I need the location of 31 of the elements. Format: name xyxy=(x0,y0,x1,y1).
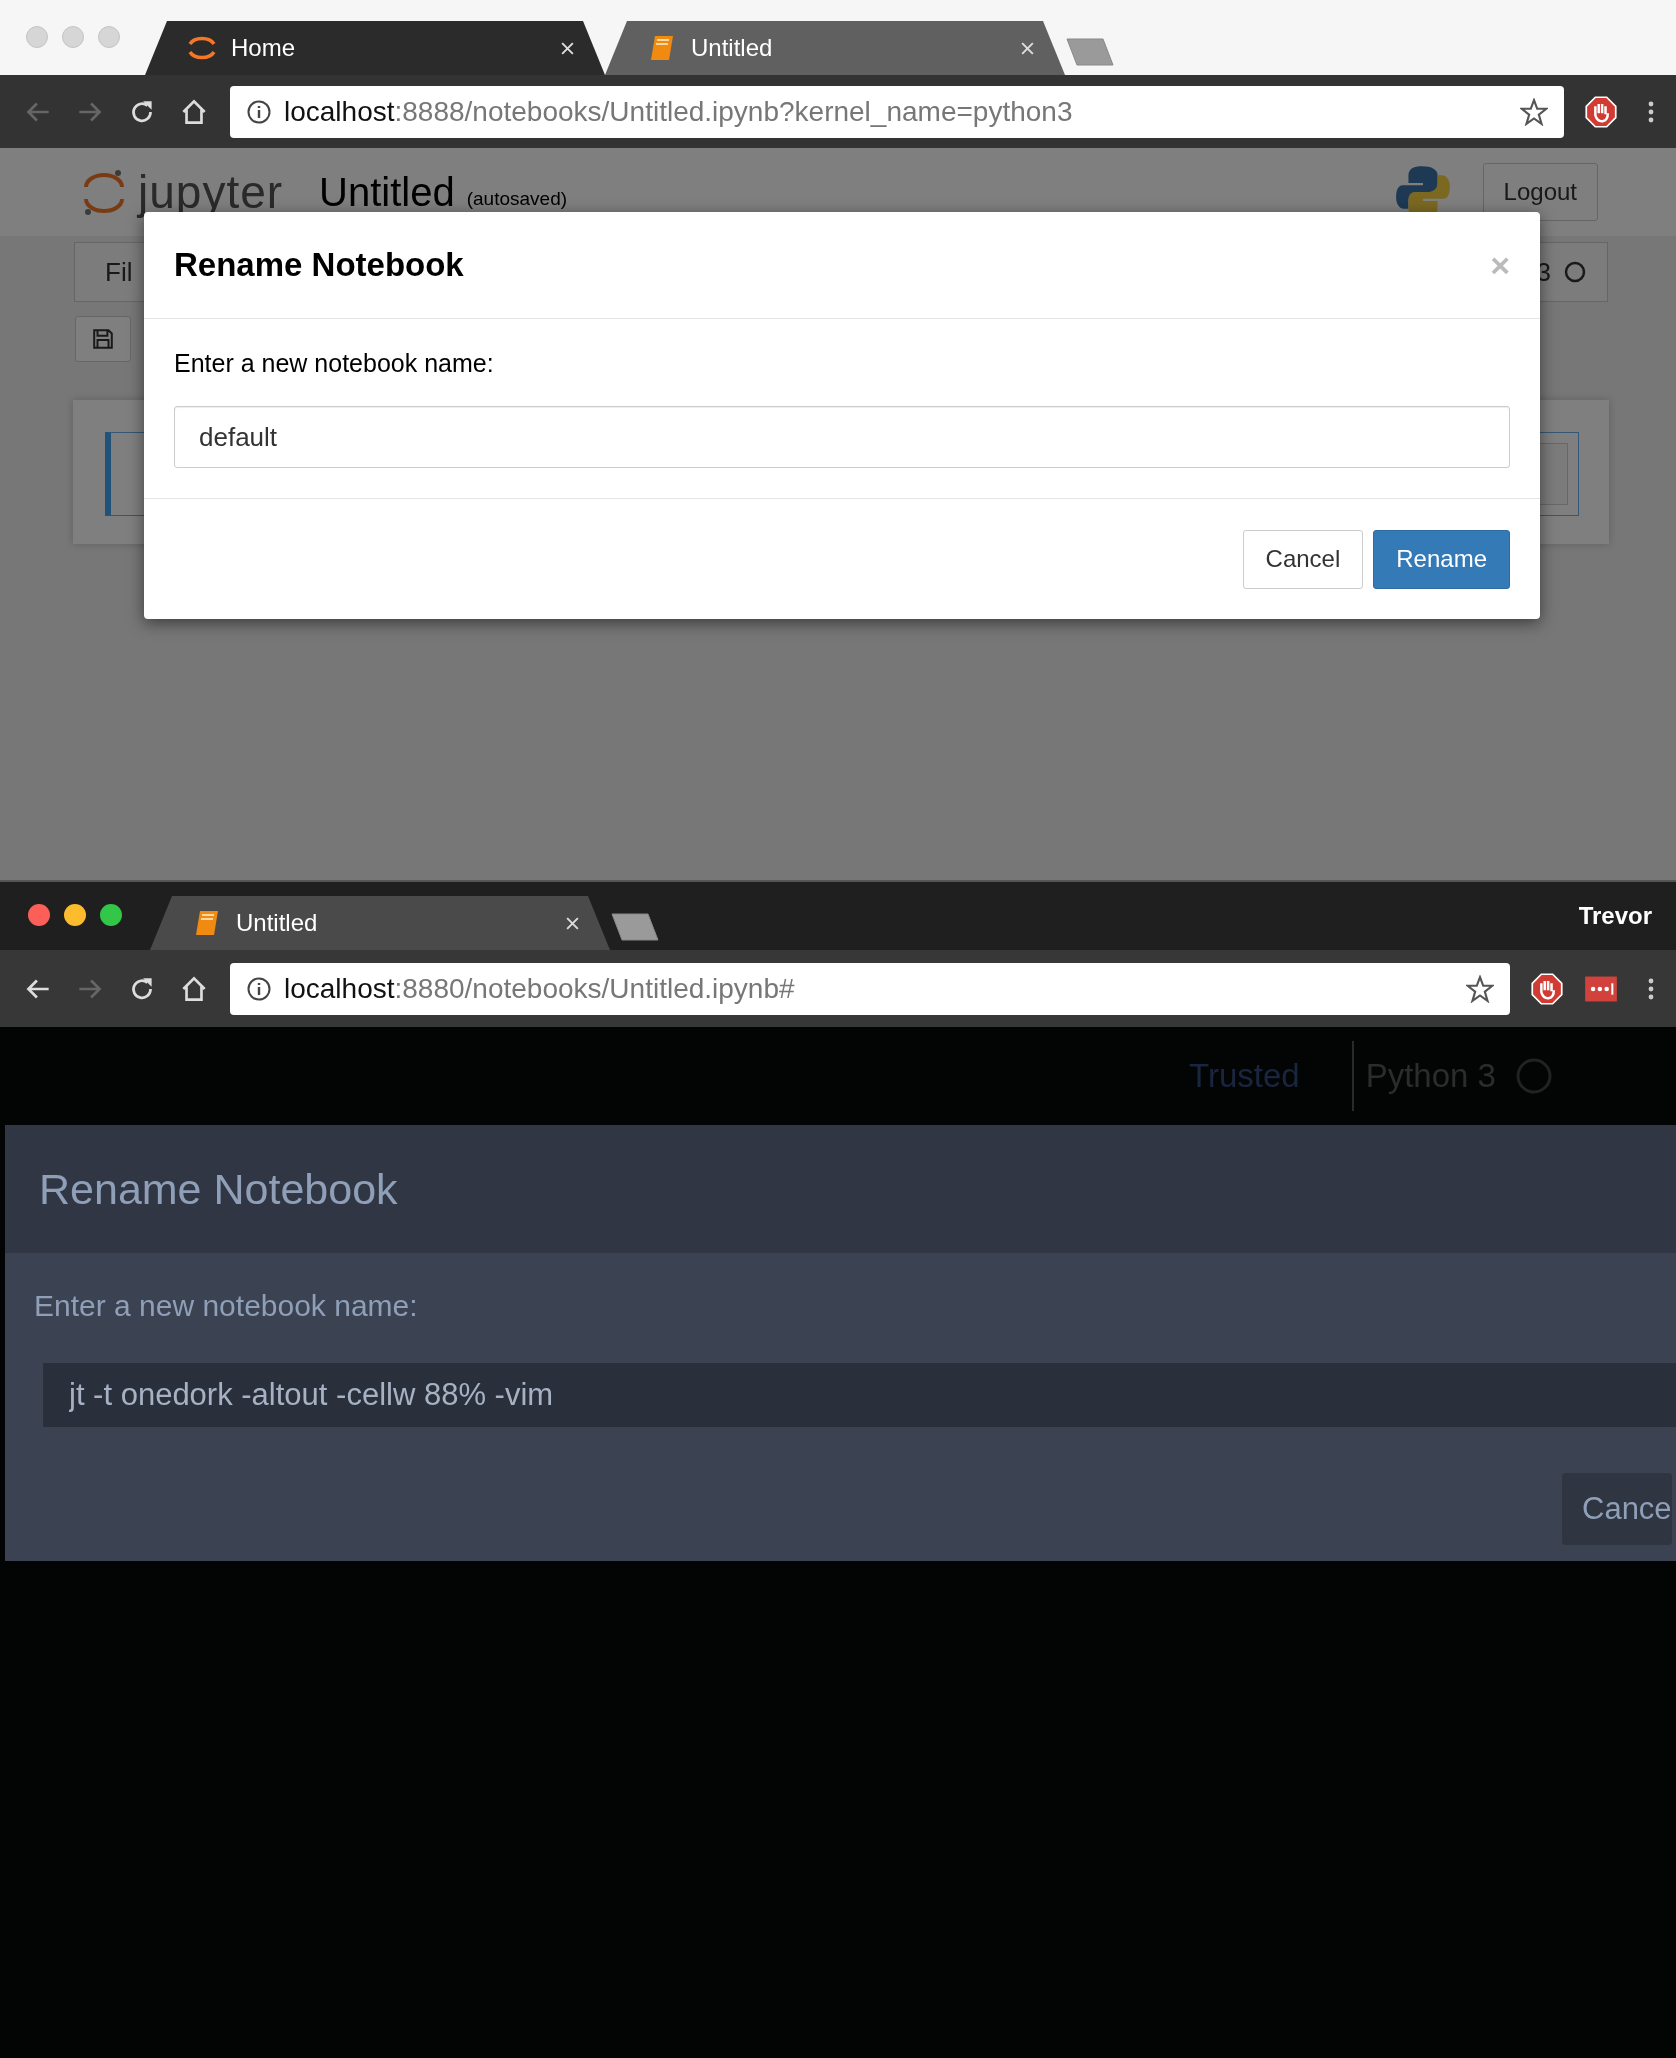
menu-item[interactable]: Fil xyxy=(105,256,133,288)
cancel-button[interactable]: Cance xyxy=(1562,1473,1672,1545)
star-icon[interactable] xyxy=(1520,97,1548,126)
notebook-title[interactable]: Untitled xyxy=(319,169,455,215)
save-button[interactable] xyxy=(75,316,131,362)
autosave-status: (autosaved) xyxy=(466,188,568,210)
close-icon[interactable] xyxy=(565,915,580,931)
stop-hand-icon[interactable] xyxy=(1530,971,1564,1006)
window-control-icon[interactable] xyxy=(100,904,122,926)
stop-hand-icon[interactable] xyxy=(1584,94,1618,129)
star-icon[interactable] xyxy=(1466,974,1494,1003)
dialog-title: Rename Notebook xyxy=(174,246,464,284)
info-icon[interactable] xyxy=(246,98,272,125)
window-control-icon[interactable] xyxy=(64,904,86,926)
profile-name[interactable]: Trevor xyxy=(1578,902,1652,930)
rename-button[interactable]: Rename xyxy=(1373,529,1510,589)
notebook-name-field[interactable]: default xyxy=(174,406,1510,468)
cancel-button[interactable]: Cancel xyxy=(1242,529,1364,589)
save-icon xyxy=(92,328,114,350)
address-bar[interactable]: localhost:8888/notebooks/Untitled.ipynb?kernel_name=python3 xyxy=(230,85,1564,138)
window-control-icon[interactable] xyxy=(28,904,50,926)
dialog-title: Rename Notebook xyxy=(39,1164,398,1214)
dialog-prompt: Enter a new notebook name: xyxy=(174,349,495,378)
browser-tab[interactable]: Untitled xyxy=(150,896,610,950)
dialog-prompt: Enter a new notebook name: xyxy=(34,1289,419,1323)
address-bar[interactable]: localhost:8880/notebooks/Untitled.ipynb# xyxy=(230,962,1510,1015)
notebook-name-field[interactable]: jt -t onedork -altout -cellw 88% -vim xyxy=(43,1363,1676,1427)
info-icon[interactable] xyxy=(246,975,272,1002)
logout-button[interactable]: Logout xyxy=(1482,163,1598,221)
kernel-status-icon xyxy=(1563,260,1587,284)
new-tab-icon[interactable] xyxy=(610,912,660,942)
